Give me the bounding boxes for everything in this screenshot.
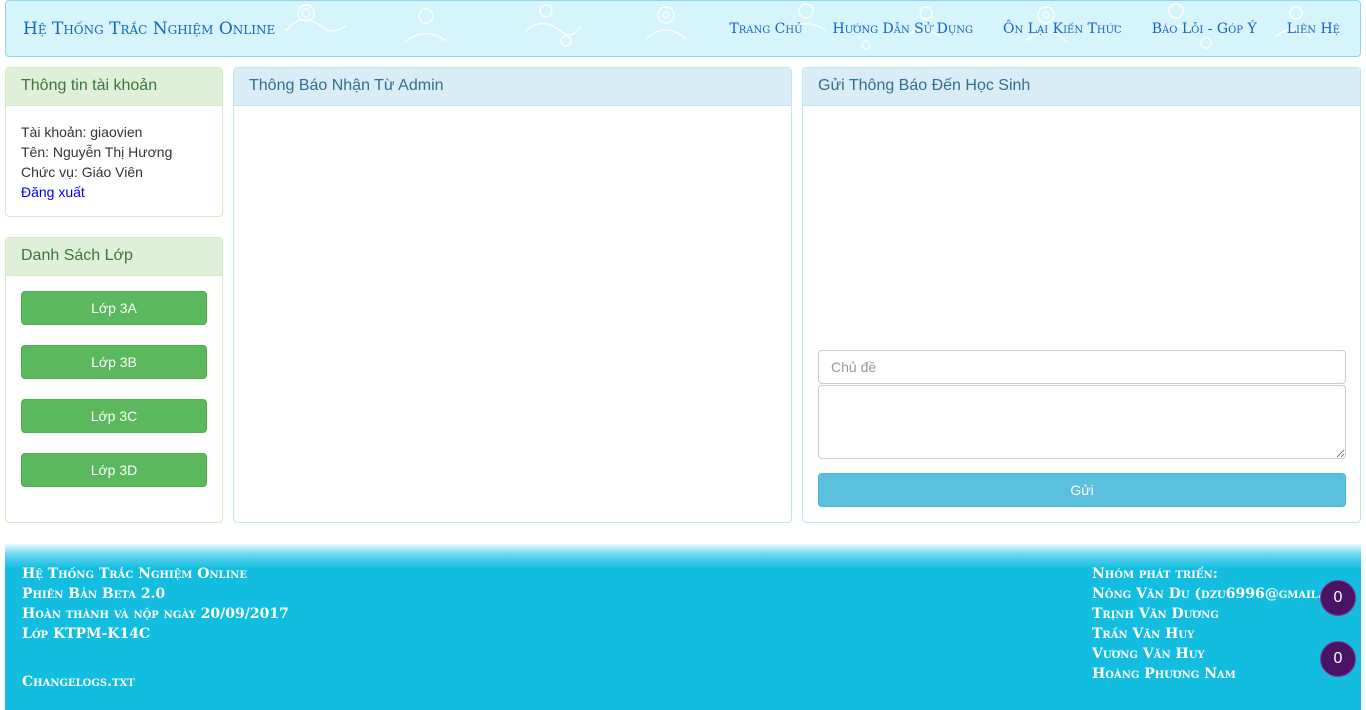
- send-button[interactable]: Gửi: [818, 473, 1346, 507]
- team-member: Vương Văn Huy: [1092, 646, 1205, 662]
- footer-team: Nhóm phát triển: Nông Văn Du (dzu6996@gm…: [1092, 564, 1324, 684]
- footer-team-title: Nhóm phát triển:: [1092, 566, 1218, 582]
- class-button-3a[interactable]: Lớp 3A: [21, 291, 207, 325]
- class-button-3b[interactable]: Lớp 3B: [21, 345, 207, 379]
- account-panel-title: Thông tin tài khoản: [6, 68, 222, 106]
- top-navbar: Hệ Thống Trắc Nghiệm Online Trang Chủ Hư…: [5, 0, 1361, 57]
- main-nav: Trang Chủ Hướng Dẫn Sử Dụng Ôn Lại Kiến …: [729, 21, 1340, 37]
- account-name: Tên: Nguyễn Thị Hương: [21, 144, 173, 160]
- footer-class: Lớp KTPM-K14C: [22, 626, 151, 642]
- class-list: Lớp 3A Lớp 3B Lớp 3C Lớp 3D: [6, 276, 222, 522]
- admin-notifications-panel: Thông Báo Nhận Từ Admin: [233, 67, 792, 523]
- changelog-link[interactable]: Changelogs.txt: [22, 674, 135, 690]
- notification-badge[interactable]: 0: [1320, 580, 1356, 616]
- team-member: Trịnh Văn Dương: [1092, 606, 1219, 622]
- footer-info: Hệ Thống Trắc Nghiệm Online Phiên Bản Be…: [22, 564, 289, 644]
- footer-version: Phiên Bản Beta 2.0: [22, 586, 166, 602]
- team-member: Trần Văn Huy: [1092, 626, 1195, 642]
- admin-notifications-title: Thông Báo Nhận Từ Admin: [234, 68, 791, 106]
- class-list-title: Danh Sách Lớp: [6, 238, 222, 276]
- account-username: Tài khoản: giaovien: [21, 124, 143, 140]
- account-info: Tài khoản: giaovien Tên: Nguyễn Thị Hươn…: [6, 106, 222, 218]
- team-member: Nông Văn Du (dzu6996@gmail.com): [1092, 586, 1324, 602]
- nav-contact[interactable]: Liên Hệ: [1287, 21, 1340, 37]
- footer-site-name: Hệ Thống Trắc Nghiệm Online: [22, 566, 248, 582]
- send-notification-panel: Gửi Thông Báo Đến Học Sinh Gửi: [802, 67, 1361, 523]
- send-notification-title: Gửi Thông Báo Đến Học Sinh: [803, 68, 1360, 106]
- logout-link[interactable]: Đăng xuất: [21, 182, 207, 202]
- class-list-panel: Danh Sách Lớp Lớp 3A Lớp 3B Lớp 3C Lớp 3…: [5, 237, 223, 523]
- class-button-3d[interactable]: Lớp 3D: [21, 453, 207, 487]
- class-button-3c[interactable]: Lớp 3C: [21, 399, 207, 433]
- notification-badge[interactable]: 0: [1320, 641, 1356, 677]
- nav-review[interactable]: Ôn Lại Kiến Thức: [1003, 21, 1122, 37]
- footer: Hệ Thống Trắc Nghiệm Online Phiên Bản Be…: [5, 544, 1361, 710]
- site-brand[interactable]: Hệ Thống Trắc Nghiệm Online: [23, 19, 275, 39]
- subject-input[interactable]: [818, 350, 1346, 384]
- message-textarea[interactable]: [818, 385, 1346, 459]
- nav-home[interactable]: Trang Chủ: [729, 21, 802, 37]
- account-role: Chức vụ: Giáo Viên: [21, 164, 143, 180]
- footer-completion-date: Hoàn thành và nộp ngày 20/09/2017: [22, 606, 289, 622]
- account-panel: Thông tin tài khoản Tài khoản: giaovien …: [5, 67, 223, 217]
- nav-report-bug[interactable]: Báo Lỗi - Góp Ý: [1152, 21, 1257, 37]
- nav-guide[interactable]: Hướng Dẫn Sử Dụng: [833, 21, 974, 37]
- team-member: Hoàng Phương Nam: [1092, 666, 1236, 682]
